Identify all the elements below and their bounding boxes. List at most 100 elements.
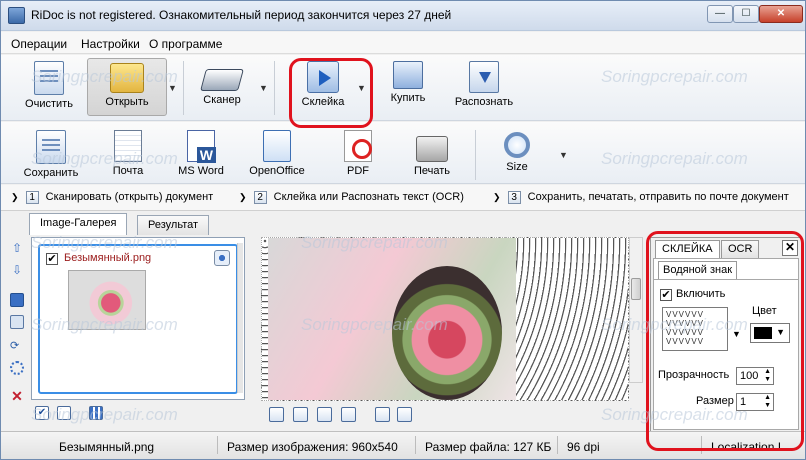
magnifier-icon	[504, 132, 530, 158]
status-divider	[557, 436, 558, 454]
left-tool-strip: ⇧ ⇩ ⟳ ✕	[7, 237, 29, 427]
menu-about[interactable]: О программе	[149, 37, 222, 51]
layout-2-icon[interactable]	[293, 407, 308, 422]
mail-label: Почта	[112, 165, 144, 177]
ridoc-app-icon	[8, 7, 25, 24]
window-title: RiDoc is not registered. Ознакомительный…	[31, 8, 452, 22]
mail-button[interactable]: Почта	[101, 130, 155, 180]
minimize-button[interactable]: —	[707, 5, 733, 23]
tab-result[interactable]: Результат	[137, 215, 210, 235]
highlight-side-panel	[646, 231, 804, 451]
buy-icon	[393, 61, 423, 89]
clear-button[interactable]: Очистить	[19, 61, 79, 117]
arrow-icon: ❯	[493, 192, 501, 202]
toolbar-separator	[274, 61, 275, 115]
pdf-label: PDF	[347, 165, 369, 177]
select-all-icon[interactable]: ✔	[35, 406, 49, 420]
layout-4-icon[interactable]	[341, 407, 356, 422]
step-number: 1	[25, 191, 39, 204]
step-3[interactable]: ❯ 3 Сохранить, печатать, отправить по по…	[493, 191, 789, 204]
layout-1-icon[interactable]	[269, 407, 284, 422]
clipboard-icon[interactable]	[10, 315, 24, 329]
status-dpi: 96 dpi	[567, 440, 600, 454]
step-1[interactable]: ❯ 1 Сканировать (открыть) документ	[11, 191, 213, 204]
tab-image-gallery[interactable]: Image-Галерея	[29, 213, 128, 235]
print-label: Печать	[413, 165, 451, 177]
scanner-dropdown-icon[interactable]: ▼	[259, 83, 268, 93]
status-divider	[217, 436, 218, 454]
step-2[interactable]: ❯ 2 Склейка или Распознать текст (OCR)	[239, 191, 464, 204]
printer-icon	[416, 136, 448, 162]
step-number: 2	[253, 191, 267, 204]
openoffice-label: OpenOffice	[249, 165, 305, 177]
save-page-icon[interactable]	[10, 293, 24, 307]
pdf-button[interactable]: PDF	[331, 130, 385, 180]
move-down-icon[interactable]: ⇩	[10, 263, 24, 277]
delete-icon[interactable]: ✕	[10, 389, 24, 403]
view-tabs: Image-Галерея Результат	[1, 212, 641, 235]
size-button[interactable]: Size	[493, 130, 541, 180]
gallery-item-settings-icon[interactable]	[214, 250, 230, 266]
settings-icon[interactable]	[10, 361, 24, 375]
preview-scrollbar[interactable]	[629, 237, 643, 383]
buy-button[interactable]: Купить	[381, 61, 435, 117]
step-text: Сохранить, печатать, отправить по почте …	[527, 191, 789, 203]
step-number: 3	[507, 191, 521, 204]
thumbnail-view-icon[interactable]	[89, 406, 103, 420]
open-label: Открыть	[105, 96, 149, 108]
menu-settings[interactable]: Настройки	[81, 37, 140, 51]
size-dropdown-icon[interactable]: ▼	[559, 150, 568, 160]
layout-controls	[269, 405, 429, 425]
maximize-button[interactable]: ☐	[733, 5, 759, 23]
scanner-button[interactable]: Сканер	[191, 61, 253, 117]
gallery-scrollbar[interactable]	[237, 243, 243, 393]
image-gallery: ✔ Безымянный.png	[31, 237, 245, 400]
recognize-button[interactable]: Распознать	[449, 61, 519, 117]
step-text: Сканировать (открыть) документ	[45, 191, 214, 203]
preview-rose-oval	[392, 266, 502, 400]
menu-operations[interactable]: Операции	[11, 37, 67, 51]
main-toolbar: Очистить Открыть ▼ Сканер ▼ Склейка ▼ Ку…	[1, 55, 805, 121]
scanner-label: Сканер	[203, 94, 241, 106]
zoom-fit-icon[interactable]	[397, 407, 412, 422]
clear-label: Очистить	[25, 98, 73, 110]
save-button[interactable]: Сохранить	[19, 130, 83, 180]
gallery-item[interactable]: ✔ Безымянный.png	[38, 244, 238, 394]
openoffice-icon	[263, 130, 291, 162]
folder-icon	[110, 63, 144, 93]
title-bar: RiDoc is not registered. Ознакомительный…	[1, 1, 805, 31]
msword-icon	[187, 130, 217, 163]
scroll-thumb[interactable]	[631, 278, 641, 300]
openoffice-button[interactable]: OpenOffice	[245, 130, 309, 180]
deselect-all-icon[interactable]	[57, 406, 71, 420]
gallery-controls: ✔	[33, 404, 245, 424]
status-image-size: Размер изображения: 960x540	[227, 440, 398, 454]
status-file-size: Размер файла: 127 КБ	[425, 440, 552, 454]
move-up-icon[interactable]: ⇧	[10, 241, 24, 255]
arrow-icon: ❯	[11, 192, 19, 202]
gallery-item-checkbox[interactable]: ✔	[46, 253, 58, 265]
fit-icon[interactable]	[375, 407, 390, 422]
print-button[interactable]: Печать	[405, 130, 459, 180]
scanner-icon	[200, 69, 244, 91]
close-button[interactable]: ✕	[759, 5, 803, 23]
clear-document-icon	[34, 61, 64, 95]
size-label: Size	[506, 161, 528, 173]
layout-3-icon[interactable]	[317, 407, 332, 422]
status-file-name: Безымянный.png	[59, 440, 155, 454]
msword-button[interactable]: MS Word	[171, 130, 231, 180]
rotate-icon[interactable]: ⟳	[10, 339, 24, 353]
open-button[interactable]: Открыть	[87, 58, 167, 116]
toolbar-separator	[183, 61, 184, 115]
steps-bar: ❯ 1 Сканировать (открыть) документ ❯ 2 С…	[1, 185, 805, 211]
msword-label: MS Word	[178, 165, 224, 177]
menu-bar: Операции Настройки О программе	[1, 32, 805, 54]
output-toolbar: Сохранить Почта MS Word OpenOffice PDF П…	[1, 122, 805, 184]
pdf-icon	[344, 130, 372, 162]
open-dropdown-icon[interactable]: ▼	[168, 83, 177, 93]
image-preview[interactable]	[261, 237, 629, 401]
recognize-label: Распознать	[454, 96, 514, 108]
step-text: Склейка или Распознать текст (OCR)	[273, 191, 464, 203]
arrow-icon: ❯	[239, 192, 247, 202]
status-divider	[415, 436, 416, 454]
